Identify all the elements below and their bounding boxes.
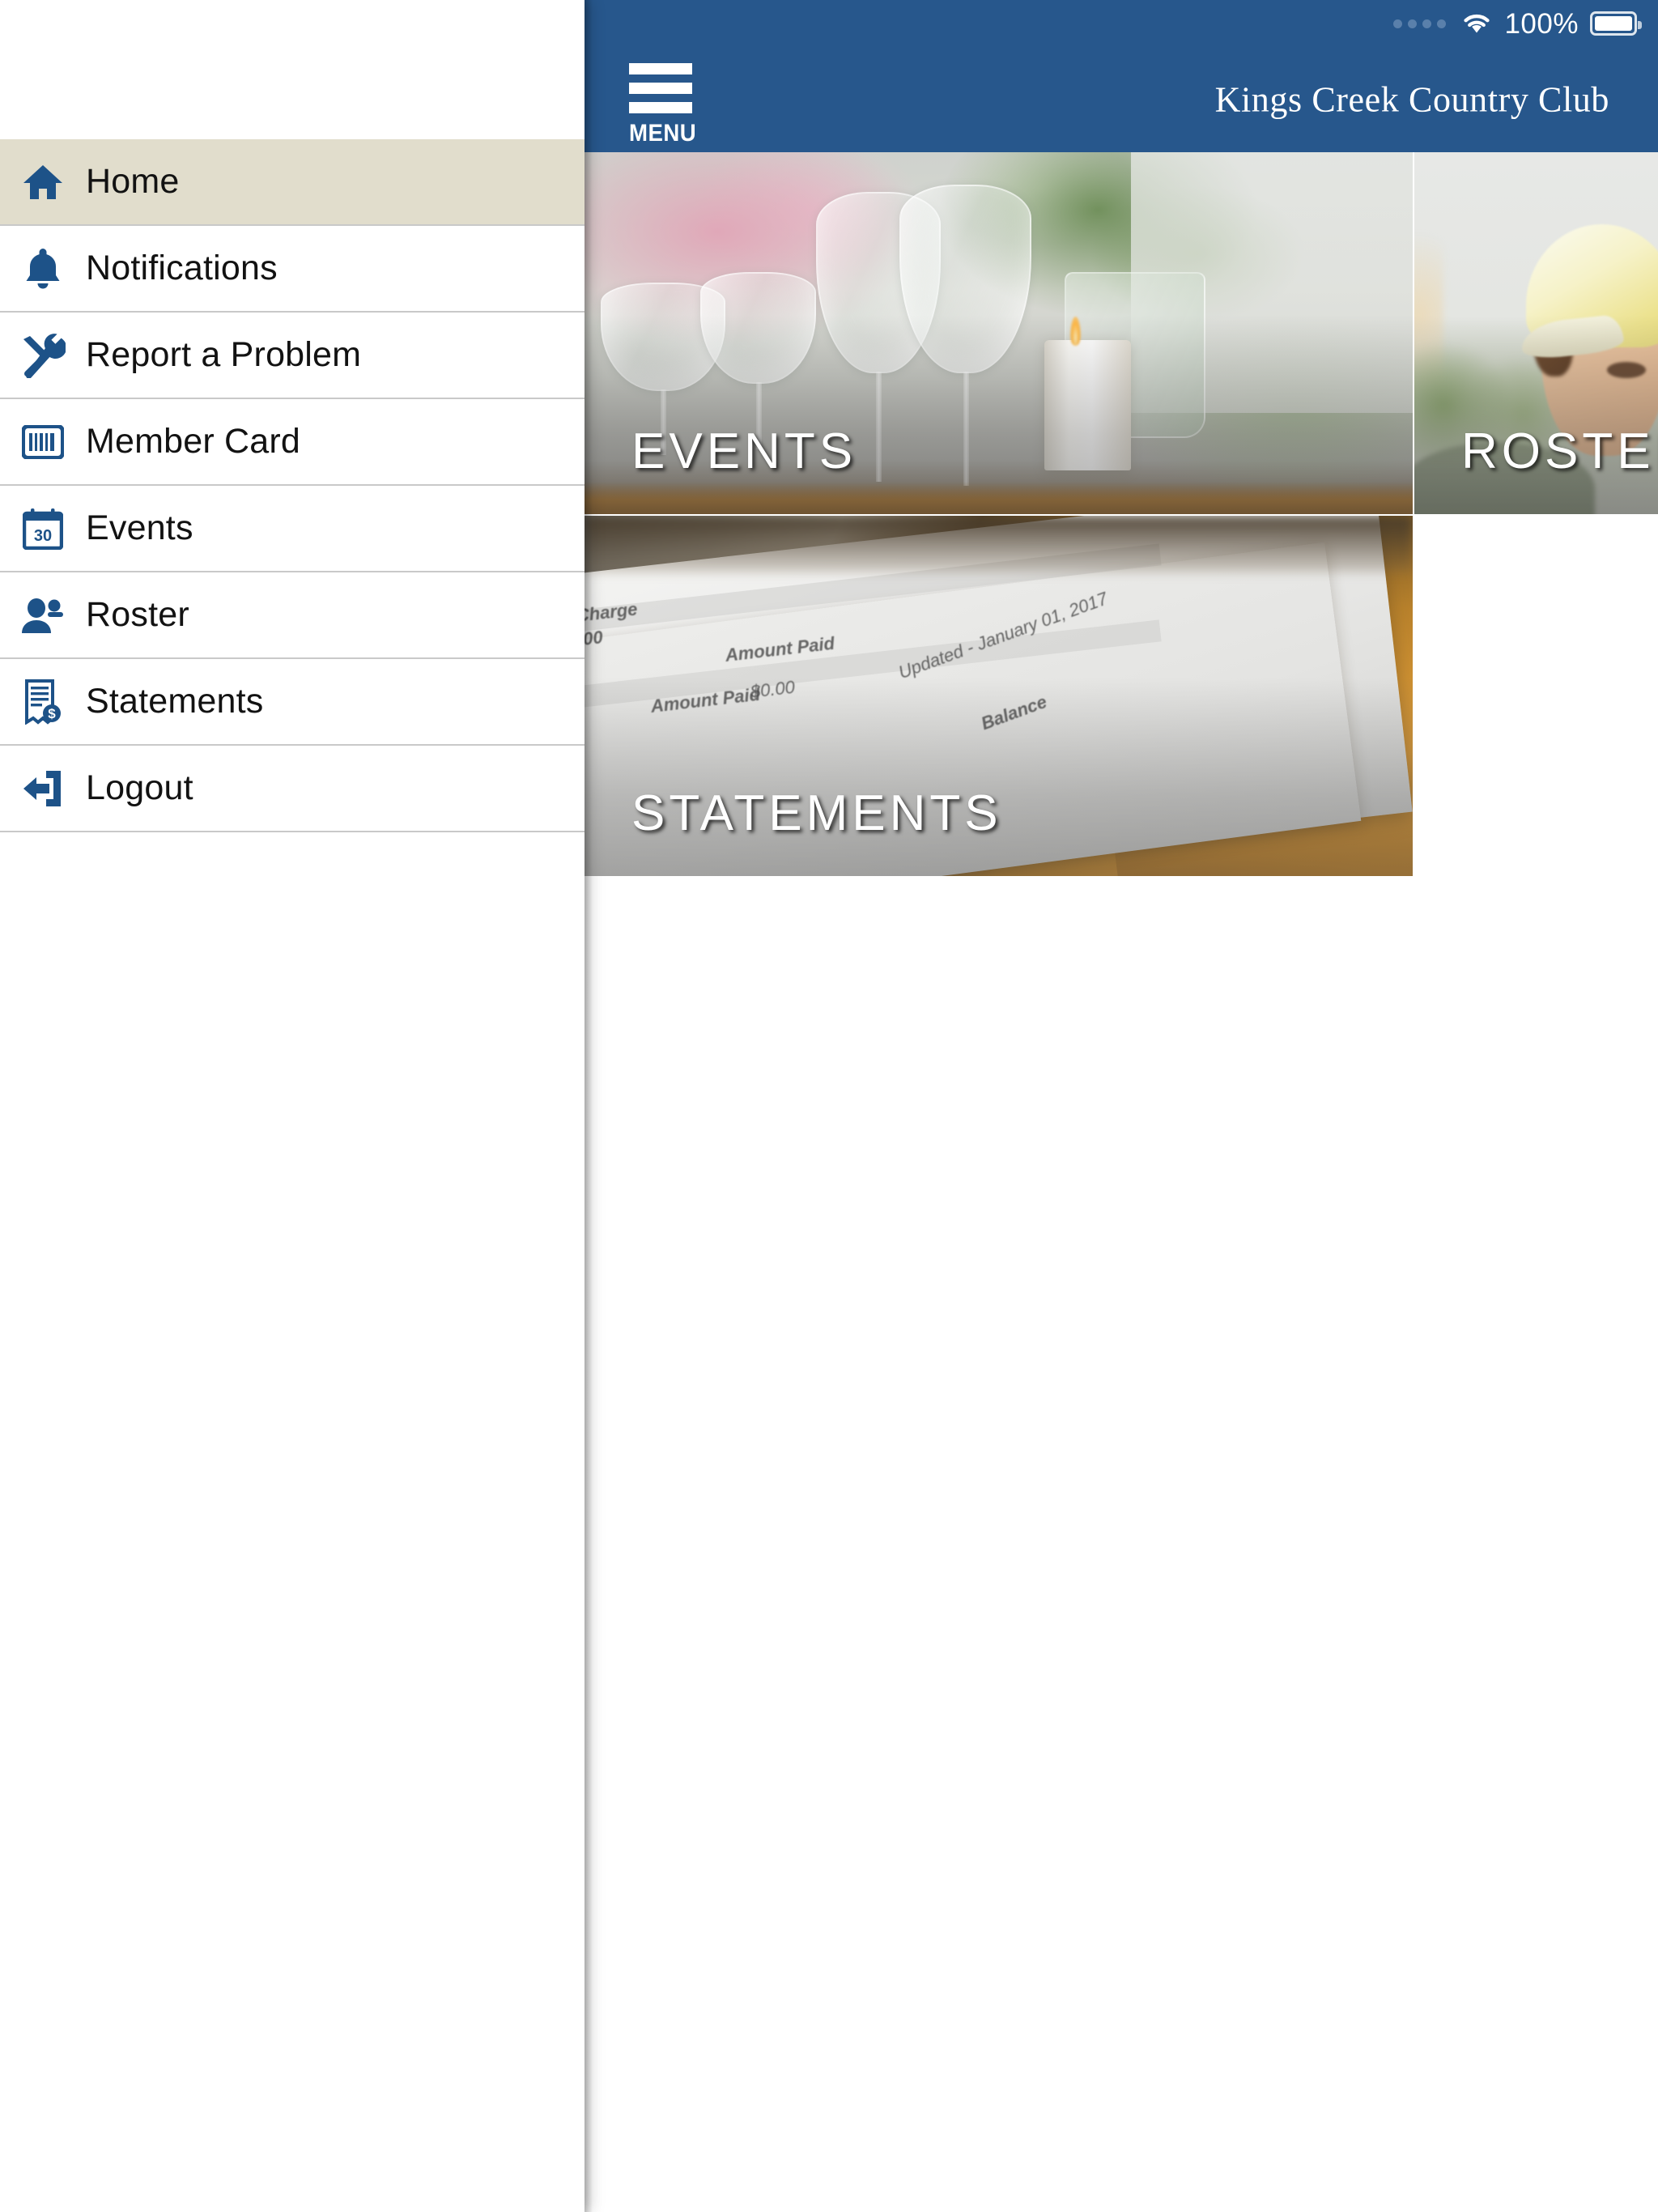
top-nav-bar: MENU Kings Creek Country Club (585, 47, 1658, 152)
logout-arrow-icon (18, 764, 68, 814)
calendar-30-icon: 30 (18, 504, 68, 554)
sidebar-item-label: Events (86, 508, 193, 547)
app-screen: 100% MENU Kings Creek Country Club EVENT… (0, 0, 1658, 2212)
home-icon (18, 157, 68, 207)
tile-roster[interactable]: ROSTER (1414, 152, 1658, 514)
sidebar-item-roster[interactable]: Roster (0, 572, 585, 659)
sidebar-item-report-a-problem[interactable]: Report a Problem (0, 313, 585, 399)
people-icon (18, 590, 68, 640)
sidebar-item-logout[interactable]: Logout (0, 746, 585, 832)
sidebar-item-label: Notifications (86, 249, 278, 287)
signal-strength-icon (1393, 19, 1447, 28)
sidebar-item-notifications[interactable]: Notifications (0, 226, 585, 313)
sidebar-item-home[interactable]: Home (0, 139, 585, 226)
sidebar-item-label: Member Card (86, 422, 301, 461)
sidebar-item-events[interactable]: 30 Events (0, 486, 585, 572)
tools-icon (18, 330, 68, 381)
page-title: Kings Creek Country Club (1214, 79, 1609, 120)
invoice-dollar-icon: $ (18, 677, 68, 727)
hamburger-menu-icon-bar-2 (629, 83, 692, 94)
sidebar-item-member-card[interactable]: Member Card (0, 399, 585, 486)
battery-full-icon (1590, 11, 1642, 36)
tile-roster-label: ROSTER (1461, 423, 1658, 479)
sidebar-item-label: Statements (86, 682, 264, 721)
sidebar-item-label: Report a Problem (86, 335, 362, 374)
drawer-top-spacer (0, 0, 585, 139)
bell-icon (18, 244, 68, 294)
statements-tile-scrim (585, 678, 1413, 876)
hamburger-menu-icon-bar-1 (629, 63, 692, 74)
sidebar-item-label: Home (86, 162, 180, 201)
tile-statements[interactable]: Charge 0.00 Amount Paid $0.00 Amount Pai… (585, 516, 1413, 876)
roster-tile-scrim (1414, 315, 1658, 514)
menu-button-label: MENU (629, 120, 697, 147)
barcode-card-icon (18, 417, 68, 467)
sidebar-item-statements[interactable]: $ Statements (0, 659, 585, 746)
hamburger-menu-button[interactable]: MENU (629, 63, 716, 146)
wifi-icon (1464, 14, 1490, 33)
svg-text:$: $ (48, 706, 56, 721)
status-bar: 100% (585, 0, 1658, 47)
tile-events-label: EVENTS (631, 423, 857, 479)
navigation-drawer: Home Notifications Report a Problem Memb… (0, 0, 585, 2212)
hamburger-menu-icon-bar-3 (629, 102, 692, 113)
sidebar-item-label: Logout (86, 768, 193, 807)
svg-text:30: 30 (34, 527, 52, 545)
battery-percentage-label: 100% (1504, 7, 1579, 40)
sidebar-item-label: Roster (86, 595, 189, 634)
events-tile-scrim (585, 315, 1413, 514)
tile-statements-label: STATEMENTS (631, 785, 1002, 841)
tile-events[interactable]: EVENTS (585, 152, 1413, 514)
